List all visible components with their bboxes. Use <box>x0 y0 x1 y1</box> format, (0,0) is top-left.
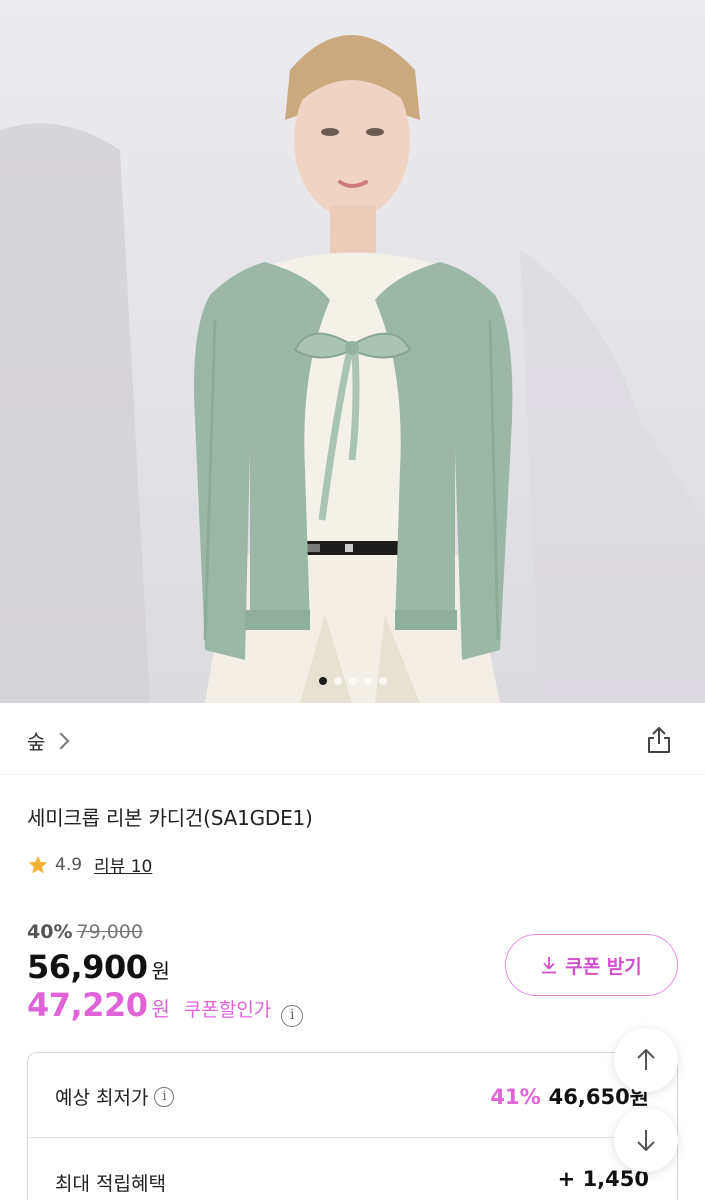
chevron-right-icon <box>52 732 70 749</box>
info-icon[interactable]: i <box>281 1005 304 1027</box>
star-icon <box>28 855 48 873</box>
discount-info: 40% 79,000 <box>27 921 143 943</box>
coupon-price-row: 47,220 원 쿠폰할인가 i <box>27 986 304 1027</box>
lowest-price-row[interactable]: 예상 최저가 i 41% 46,650원 <box>28 1053 677 1138</box>
coupon-price-label: 쿠폰할인가 <box>183 999 272 1021</box>
carousel-dot[interactable] <box>363 677 372 685</box>
review-count-link[interactable]: 리뷰 10 <box>94 852 152 877</box>
max-points-amount: + 1,450 <box>557 1167 649 1191</box>
arrow-down-icon <box>637 1130 655 1151</box>
product-title: 세미크롭 리본 카디건(SA1GDE1) <box>27 806 313 830</box>
benefit-label: 최대 적립혜택 <box>55 1173 166 1195</box>
brand-name[interactable]: 숲 <box>27 726 45 755</box>
scroll-top-button[interactable] <box>614 1028 678 1092</box>
benefit-label: 예상 최저가 <box>55 1087 149 1109</box>
rating-summary: 4.9 리뷰 10 <box>27 852 152 877</box>
info-icon[interactable]: i <box>154 1086 175 1107</box>
breadcrumb-bar: 숲 <box>0 704 705 774</box>
get-coupon-button[interactable]: 쿠폰 받기 <box>505 934 678 996</box>
brand-link[interactable]: 숲 <box>27 726 70 755</box>
rating-value: 4.9 <box>55 854 83 875</box>
currency-label: 원 <box>151 997 170 1021</box>
divider <box>0 774 705 775</box>
max-points-row[interactable]: 최대 적립혜택 + 1,450 <box>28 1139 677 1200</box>
get-coupon-label: 쿠폰 받기 <box>565 955 642 978</box>
original-price: 79,000 <box>76 921 143 943</box>
carousel-indicator <box>0 677 705 687</box>
share-icon[interactable] <box>645 725 673 755</box>
benefits-box: 예상 최저가 i 41% 46,650원 최대 적립혜택 + 1,450 <box>27 1052 678 1200</box>
carousel-dot[interactable] <box>378 677 387 685</box>
carousel-dot[interactable] <box>318 677 327 685</box>
discount-rate: 40% <box>27 921 73 943</box>
carousel-dot[interactable] <box>348 677 357 685</box>
product-image-carousel[interactable] <box>0 0 705 703</box>
coupon-price: 47,220 <box>27 986 148 1024</box>
scroll-bottom-button[interactable] <box>614 1108 678 1172</box>
sale-price: 56,900 <box>27 948 148 986</box>
lowest-price-rate: 41% <box>490 1085 541 1109</box>
sale-price-row: 56,900 원 <box>27 948 170 986</box>
product-photo <box>0 35 705 703</box>
download-icon <box>542 957 557 974</box>
currency-label: 원 <box>151 959 170 983</box>
arrow-up-icon <box>637 1049 655 1070</box>
carousel-dot[interactable] <box>333 677 342 685</box>
